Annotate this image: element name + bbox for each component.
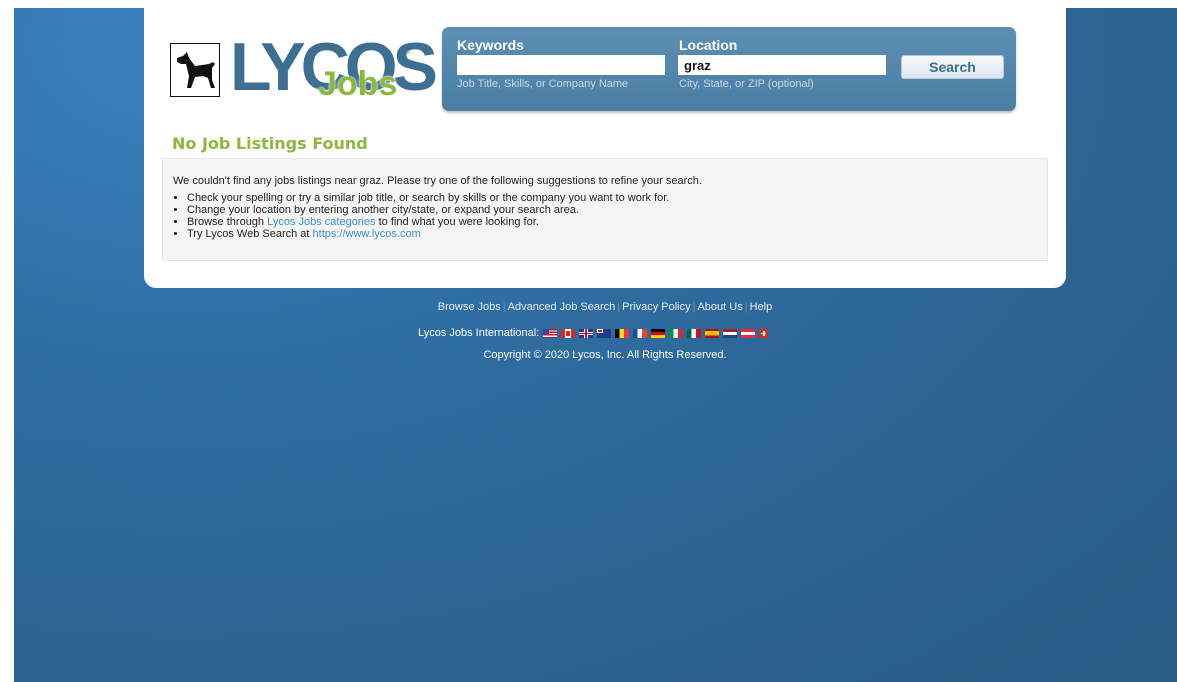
ch-flag-icon[interactable] — [759, 328, 769, 338]
copyright-text: Copyright © 2020 Lycos, Inc. All Rights … — [483, 349, 727, 361]
us-flag-icon[interactable] — [543, 328, 558, 338]
suggestion-item: Check your spelling or try a similar job… — [187, 192, 669, 204]
suggestion-item: Change your location by entering another… — [187, 204, 669, 216]
be-flag-icon[interactable] — [615, 328, 630, 338]
advanced-job-search-link[interactable]: Advanced Job Search — [508, 301, 616, 313]
location-hint: City, State, or ZIP (optional) — [679, 78, 814, 90]
lycos-web-search-link[interactable]: https://www.lycos.com — [313, 228, 421, 240]
about-us-link[interactable]: About Us — [697, 301, 742, 313]
help-link[interactable]: Help — [750, 301, 773, 313]
no-results-heading: No Job Listings Found — [172, 134, 368, 153]
lycos-dog-icon — [170, 43, 220, 97]
keywords-label: Keywords — [457, 37, 524, 53]
location-label: Location — [679, 37, 738, 53]
job-search-form: Keywords Job Title, Skills, or Company N… — [442, 27, 1016, 111]
keywords-input[interactable] — [457, 55, 665, 75]
keywords-hint: Job Title, Skills, or Company Name — [457, 78, 629, 90]
international-sites: Lycos Jobs International: — [418, 325, 772, 341]
no-results-message: We couldn't find any jobs listings near … — [173, 175, 702, 187]
suggestions-list: Check your spelling or try a similar job… — [173, 192, 669, 240]
suggestions-panel: We couldn't find any jobs listings near … — [162, 158, 1048, 261]
fr-flag-icon[interactable] — [633, 328, 648, 338]
it-flag-icon[interactable] — [669, 328, 684, 338]
at-flag-icon[interactable] — [741, 328, 756, 338]
jobs-categories-link[interactable]: Lycos Jobs categories — [267, 216, 375, 228]
ca-flag-icon[interactable] — [561, 328, 576, 338]
mx-flag-icon[interactable] — [687, 328, 702, 338]
suggestion-item: Try Lycos Web Search at https://www.lyco… — [187, 228, 669, 240]
location-input[interactable] — [678, 55, 886, 75]
search-button[interactable]: Search — [901, 55, 1004, 79]
suggestion-item: Browse through Lycos Jobs categories to … — [187, 216, 669, 228]
de-flag-icon[interactable] — [651, 328, 666, 338]
au-flag-icon[interactable] — [597, 328, 612, 338]
uk-flag-icon[interactable] — [579, 328, 594, 338]
nl-flag-icon[interactable] — [723, 328, 738, 338]
registered-mark: ® — [402, 45, 411, 57]
international-label: Lycos Jobs International: — [418, 327, 540, 339]
lycos-jobs-logo[interactable]: LYCOS ® Jobs — [170, 33, 438, 105]
browse-jobs-link[interactable]: Browse Jobs — [438, 301, 501, 313]
footer-nav: Browse Jobs | Advanced Job Search | Privacy … — [437, 301, 773, 313]
es-flag-icon[interactable] — [705, 328, 720, 338]
privacy-policy-link[interactable]: Privacy Policy — [622, 301, 690, 313]
jobs-wordmark: Jobs — [318, 65, 398, 103]
